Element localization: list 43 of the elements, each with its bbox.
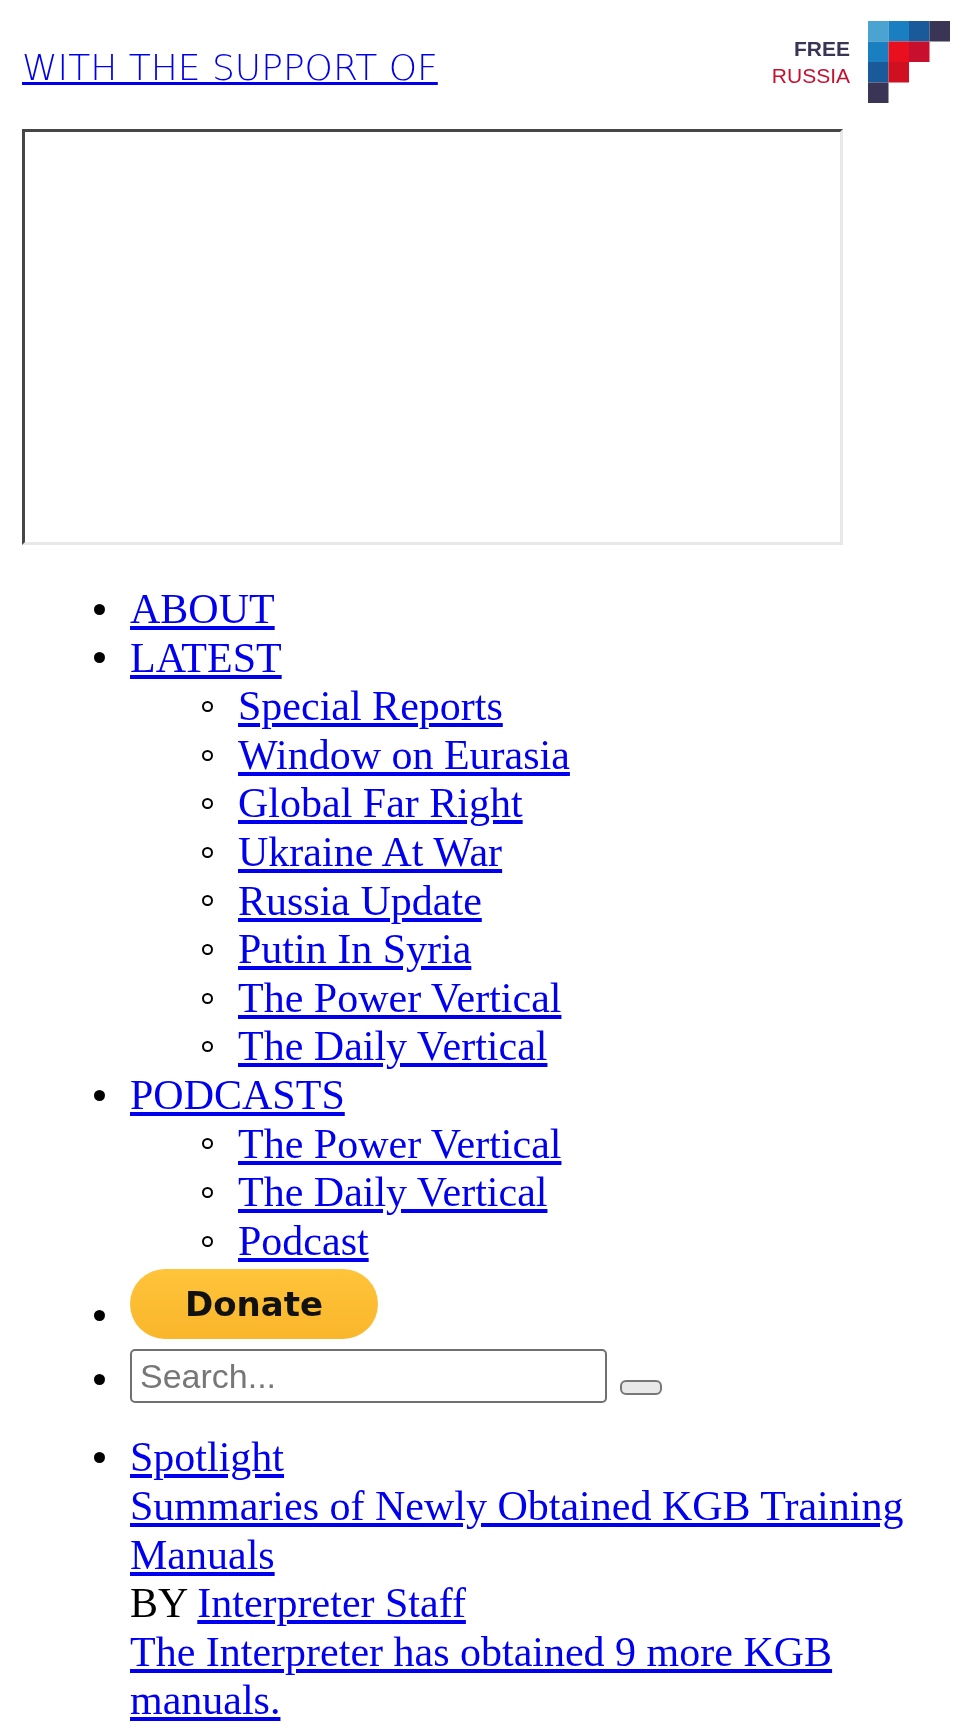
bullet-icon <box>94 652 105 664</box>
bullet-icon <box>94 1452 105 1464</box>
nav-link[interactable]: Putin In Syria <box>238 925 472 974</box>
excerpt-link[interactable]: The Interpreter has obtained 9 more KGB manuals. <box>130 1627 950 1725</box>
author-link[interactable]: Interpreter Staff <box>197 1580 466 1627</box>
nav-link[interactable]: Russia Update <box>238 876 482 926</box>
bullet-icon <box>202 846 213 858</box>
section-link[interactable]: Spotlight <box>130 1433 285 1482</box>
bullet-icon <box>202 701 213 712</box>
nav-link[interactable]: LATEST <box>130 633 282 683</box>
bullet-icon <box>202 798 213 810</box>
nav-link[interactable]: The Power Vertical <box>238 973 562 1023</box>
nav-link[interactable]: Window on Eurasia <box>238 730 570 780</box>
nav-link[interactable]: The Daily Vertical <box>238 1022 548 1071</box>
bullet-icon <box>94 1309 105 1321</box>
donate-button[interactable]: Donate <box>130 1269 378 1340</box>
bullet-icon <box>202 1138 213 1150</box>
bullet-icon <box>202 943 213 955</box>
nav-link[interactable]: The Daily Vertical <box>238 1168 548 1217</box>
support-link[interactable]: WITH THE SUPPORT OF <box>22 36 438 88</box>
search-field[interactable]: Search... <box>130 1349 607 1404</box>
nav-link[interactable]: ABOUT <box>130 585 275 634</box>
article-title-link[interactable]: Summaries of Newly Obtained KGB Training Manuals <box>130 1481 950 1580</box>
nav-link[interactable]: Ukraine At War <box>238 827 503 877</box>
nav-link[interactable]: Podcast <box>238 1216 369 1266</box>
bullet-icon <box>94 1089 105 1101</box>
nav-link[interactable]: Special Reports <box>238 682 503 731</box>
logo-text: RUSSIA <box>771 63 850 89</box>
search-button[interactable] <box>620 1380 662 1396</box>
bullet-icon <box>202 895 213 907</box>
bullet-icon <box>202 749 213 761</box>
nav-link[interactable]: PODCASTS <box>130 1070 345 1120</box>
nav-link[interactable]: Global Far Right <box>238 779 523 828</box>
logo-icon <box>868 21 950 103</box>
bullet-icon <box>202 1041 213 1053</box>
nav-link[interactable]: The Power Vertical <box>238 1119 562 1169</box>
bullet-icon <box>94 1373 105 1385</box>
logo-text: FREE <box>794 36 850 62</box>
byline-label: BY <box>130 1580 187 1627</box>
bullet-icon <box>94 603 105 615</box>
bullet-icon <box>202 1186 213 1198</box>
bullet-icon <box>202 992 213 1004</box>
bullet-icon <box>202 1235 213 1247</box>
